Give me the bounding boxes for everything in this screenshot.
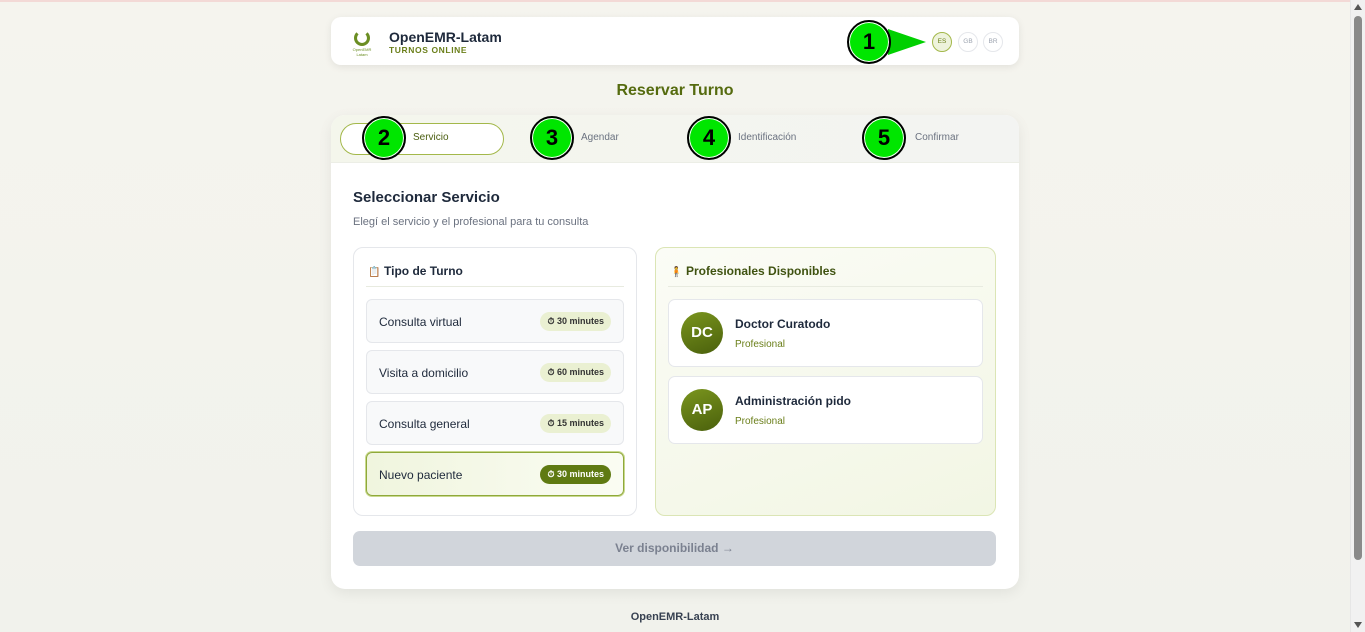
professional-role: Profesional [735,339,786,350]
logo: OpenEMR Latam [349,29,375,57]
language-es-button[interactable]: ES [932,32,952,52]
avatar: DC [681,312,723,354]
person-icon: 🧍 [670,267,683,278]
marker-1: 1 [847,20,891,64]
duration-badge: ⏱ 30 minutes [540,465,611,484]
scroll-up-arrow-icon[interactable] [1354,4,1362,10]
logo-text: OpenEMR Latam [352,47,372,57]
marker-5: 5 [862,116,906,160]
professional-name: Administración pido [735,394,852,408]
booking-card: Servicio Agendar Identificación Confirma… [331,115,1019,589]
marker-4: 4 [687,116,731,160]
clipboard-icon: 📋 [368,267,381,278]
step-label-identificacion[interactable]: Identificación [738,132,796,143]
vertical-scrollbar[interactable] [1350,0,1365,632]
avatar: AP [681,389,723,431]
top-border [0,0,1350,2]
service-option-consulta-virtual[interactable]: Consulta virtual ⏱ 30 minutes [366,299,624,343]
service-option-consulta-general[interactable]: Consulta general ⏱ 15 minutes [366,401,624,445]
professionals-panel: 🧍 Profesionales Disponibles DC Doctor Cur… [655,247,996,516]
steps-bar: Servicio Agendar Identificación Confirma… [331,115,1019,163]
step-label-agendar[interactable]: Agendar [581,132,619,143]
logo-ring-icon [354,30,370,46]
service-panel-heading: 📋 Tipo de Turno [368,264,463,278]
duration-badge: ⏱ 15 minutes [540,414,611,433]
marker-2: 2 [362,116,406,160]
professionals-panel-heading: 🧍 Profesionales Disponibles [670,264,836,278]
scroll-thumb[interactable] [1354,16,1362,560]
service-name: Nuevo paciente [379,468,463,482]
professional-card-doctor-curatodo[interactable]: DC Doctor Curatodo Profesional [668,299,983,367]
professionals-panel-title: Profesionales Disponibles [686,264,837,278]
language-br-button[interactable]: BR [983,32,1003,52]
section-subtitle: Elegí el servicio y el profesional para … [353,216,589,228]
language-gb-button[interactable]: GB [958,32,978,52]
marker-3: 3 [530,116,574,160]
professional-card-administracion-pido[interactable]: AP Administración pido Profesional [668,376,983,444]
scroll-down-arrow-icon[interactable] [1354,622,1362,628]
professional-role: Profesional [735,416,786,427]
step-label-servicio[interactable]: Servicio [413,132,449,143]
brand-subtitle: TURNOS ONLINE [389,45,468,55]
footer-text: OpenEMR-Latam [630,611,720,623]
divider [366,286,624,287]
divider [668,286,983,287]
step-label-confirmar[interactable]: Confirmar [915,132,959,143]
service-type-panel: 📋 Tipo de Turno Consulta virtual ⏱ 30 min… [353,247,637,516]
duration-badge: ⏱ 30 minutes [540,312,611,331]
service-panel-title: Tipo de Turno [384,264,463,278]
professional-name: Doctor Curatodo [735,317,831,331]
service-name: Visita a domicilio [379,366,469,380]
service-name: Consulta virtual [379,315,462,329]
service-name: Consulta general [379,417,470,431]
marker-arrow-icon [888,29,926,55]
service-option-nuevo-paciente[interactable]: Nuevo paciente ⏱ 30 minutes [366,452,624,496]
view-availability-button[interactable]: Ver disponibilidad → [353,531,996,566]
page-title: Reservar Turno [616,82,734,99]
section-title: Seleccionar Servicio [353,189,500,206]
duration-badge: ⏱ 60 minutes [540,363,611,382]
service-option-visita-domicilio[interactable]: Visita a domicilio ⏱ 60 minutes [366,350,624,394]
brand-name: OpenEMR-Latam [389,29,502,45]
